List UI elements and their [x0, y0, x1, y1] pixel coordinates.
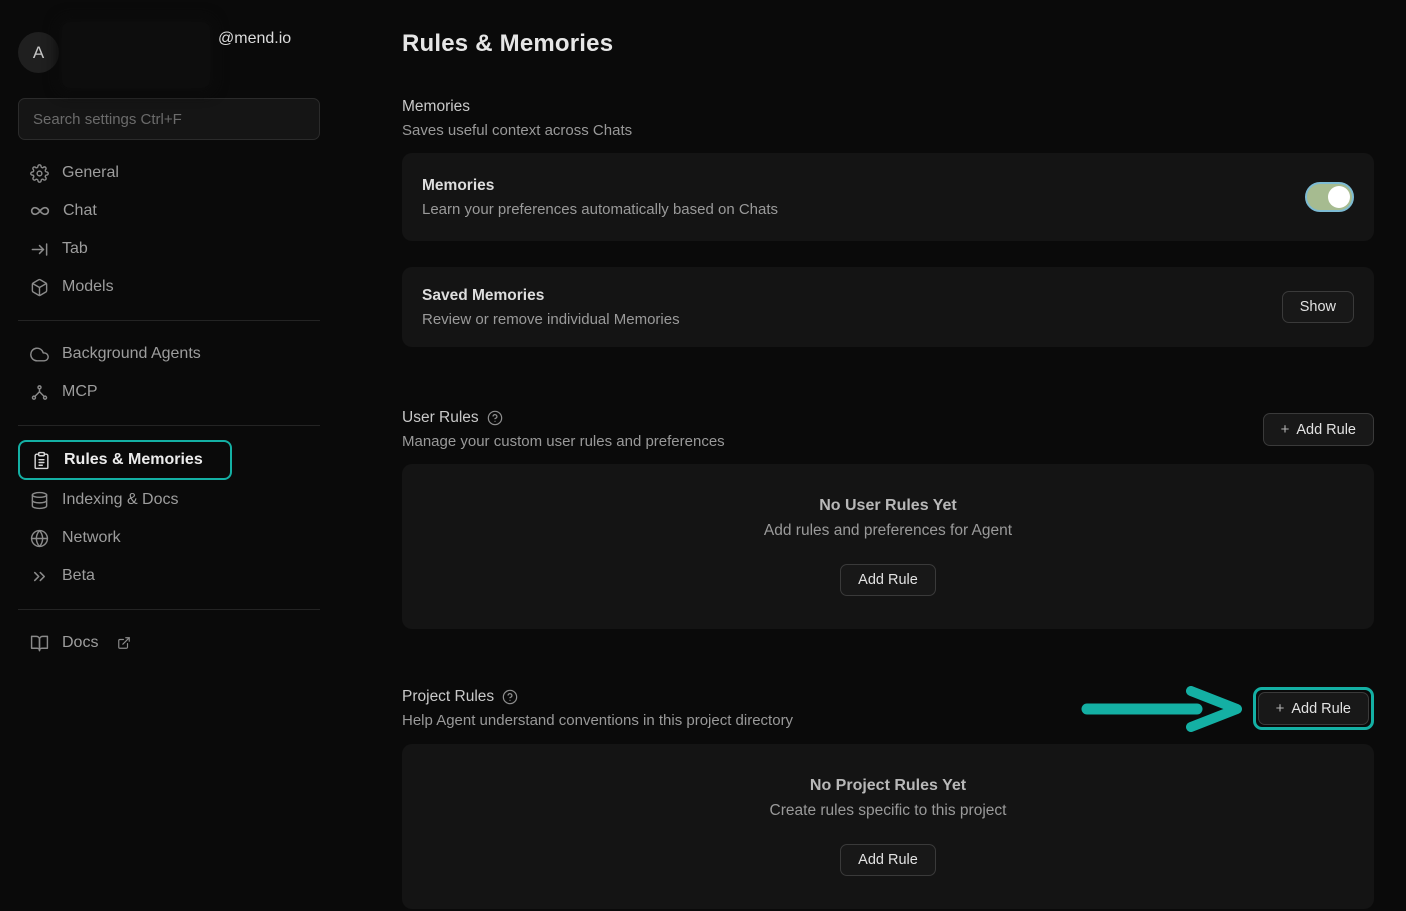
sidebar-item-label: Tab [62, 240, 88, 258]
sidebar-item-label: MCP [62, 383, 98, 401]
user-rules-empty-card: No User Rules Yet Add rules and preferen… [402, 464, 1374, 629]
sidebar: A @mend.io General Chat [0, 0, 340, 911]
saved-memories-card-description: Review or remove individual Memories [422, 311, 680, 328]
sidebar-item-network[interactable]: Network [18, 519, 320, 557]
infinity-icon [30, 201, 50, 221]
sidebar-item-docs[interactable]: Docs [18, 624, 320, 662]
show-memories-button[interactable]: Show [1282, 291, 1354, 323]
main-content: Rules & Memories Memories Saves useful c… [340, 0, 1406, 911]
user-rules-description: Manage your custom user rules and prefer… [402, 433, 725, 450]
help-circle-icon[interactable] [487, 410, 503, 426]
sidebar-item-chat[interactable]: Chat [18, 192, 320, 230]
user-rules-header-text: User Rules Manage your custom user rules… [402, 409, 725, 450]
cloud-icon [30, 345, 49, 364]
gear-icon [30, 164, 49, 183]
globe-icon [30, 529, 49, 548]
project-rules-header-text: Project Rules Help Agent understand conv… [402, 688, 793, 729]
memories-section-header: Memories Saves useful context across Cha… [402, 98, 1374, 139]
user-rules-empty-title: No User Rules Yet [819, 497, 957, 515]
sidebar-divider [18, 609, 320, 610]
avatar: A [18, 32, 59, 73]
add-rule-label: Add Rule [1291, 701, 1351, 717]
chevrons-right-icon [30, 567, 49, 586]
memories-card-title: Memories [422, 177, 778, 195]
add-user-rule-button[interactable]: + Add Rule [1263, 413, 1374, 446]
sidebar-item-mcp[interactable]: MCP [18, 373, 320, 411]
account-row[interactable]: A @mend.io [18, 20, 320, 98]
memories-card-text: Memories Learn your preferences automati… [422, 177, 778, 218]
saved-memories-card: Saved Memories Review or remove individu… [402, 267, 1374, 347]
sidebar-divider [18, 425, 320, 426]
help-circle-icon[interactable] [502, 689, 518, 705]
sidebar-item-label: Beta [62, 567, 95, 585]
user-rules-header: User Rules Manage your custom user rules… [402, 409, 1374, 450]
page-title: Rules & Memories [402, 30, 1374, 58]
toggle-knob [1328, 186, 1350, 208]
project-rules-empty-title: No Project Rules Yet [810, 777, 966, 795]
tab-arrow-icon [30, 240, 49, 259]
sidebar-item-label: Models [62, 278, 114, 296]
sidebar-item-label: General [62, 164, 119, 182]
sidebar-divider [18, 320, 320, 321]
sidebar-item-label: Network [62, 529, 121, 547]
project-rules-header: Project Rules Help Agent understand conv… [402, 687, 1374, 730]
memories-section-title: Memories [402, 98, 1374, 116]
add-project-rule-empty-button[interactable]: Add Rule [840, 844, 936, 876]
sidebar-item-label: Background Agents [62, 345, 201, 363]
memories-card: Memories Learn your preferences automati… [402, 153, 1374, 241]
sidebar-item-label: Docs [62, 634, 98, 652]
sidebar-item-indexing-docs[interactable]: Indexing & Docs [18, 481, 320, 519]
external-link-icon [117, 636, 131, 650]
memories-toggle[interactable] [1305, 182, 1354, 212]
redacted-username [62, 22, 210, 88]
sidebar-nav: General Chat Tab Models [18, 154, 320, 662]
plus-icon: + [1276, 700, 1285, 717]
sidebar-item-label: Indexing & Docs [62, 491, 179, 509]
project-add-rule-highlight-wrap: + Add Rule [1253, 687, 1374, 730]
user-rules-empty-description: Add rules and preferences for Agent [764, 522, 1012, 540]
cube-icon [30, 278, 49, 297]
search-settings-input[interactable] [18, 98, 320, 140]
search-settings-box [18, 98, 320, 140]
add-user-rule-empty-button[interactable]: Add Rule [840, 564, 936, 596]
sidebar-item-beta[interactable]: Beta [18, 557, 320, 595]
sidebar-item-rules-memories[interactable]: Rules & Memories [18, 440, 232, 480]
memories-card-description: Learn your preferences automatically bas… [422, 201, 778, 218]
project-rules-title: Project Rules [402, 688, 494, 706]
sidebar-item-tab[interactable]: Tab [18, 230, 320, 268]
user-rules-title: User Rules [402, 409, 479, 427]
sidebar-item-label: Chat [63, 202, 97, 220]
annotation-arrow-icon [1079, 686, 1247, 732]
project-rules-empty-card: No Project Rules Yet Create rules specif… [402, 744, 1374, 909]
clipboard-icon [32, 451, 51, 470]
sidebar-item-general[interactable]: General [18, 154, 320, 192]
open-book-icon [30, 634, 49, 653]
annotation-highlight-box: + Add Rule [1253, 687, 1374, 730]
settings-window: A @mend.io General Chat [0, 0, 1406, 911]
plus-icon: + [1281, 421, 1290, 438]
sidebar-item-models[interactable]: Models [18, 268, 320, 306]
project-rules-description: Help Agent understand conventions in thi… [402, 712, 793, 729]
database-icon [30, 491, 49, 510]
add-rule-label: Add Rule [1296, 422, 1356, 438]
memories-section-description: Saves useful context across Chats [402, 122, 1374, 139]
sidebar-item-background-agents[interactable]: Background Agents [18, 335, 320, 373]
saved-memories-card-text: Saved Memories Review or remove individu… [422, 287, 680, 328]
account-email-suffix: @mend.io [218, 30, 291, 48]
saved-memories-card-title: Saved Memories [422, 287, 680, 305]
sidebar-item-label: Rules & Memories [64, 451, 203, 469]
avatar-letter: A [33, 43, 44, 63]
project-rules-empty-description: Create rules specific to this project [770, 802, 1007, 820]
add-project-rule-button[interactable]: + Add Rule [1258, 692, 1369, 725]
nodes-icon [30, 383, 49, 402]
